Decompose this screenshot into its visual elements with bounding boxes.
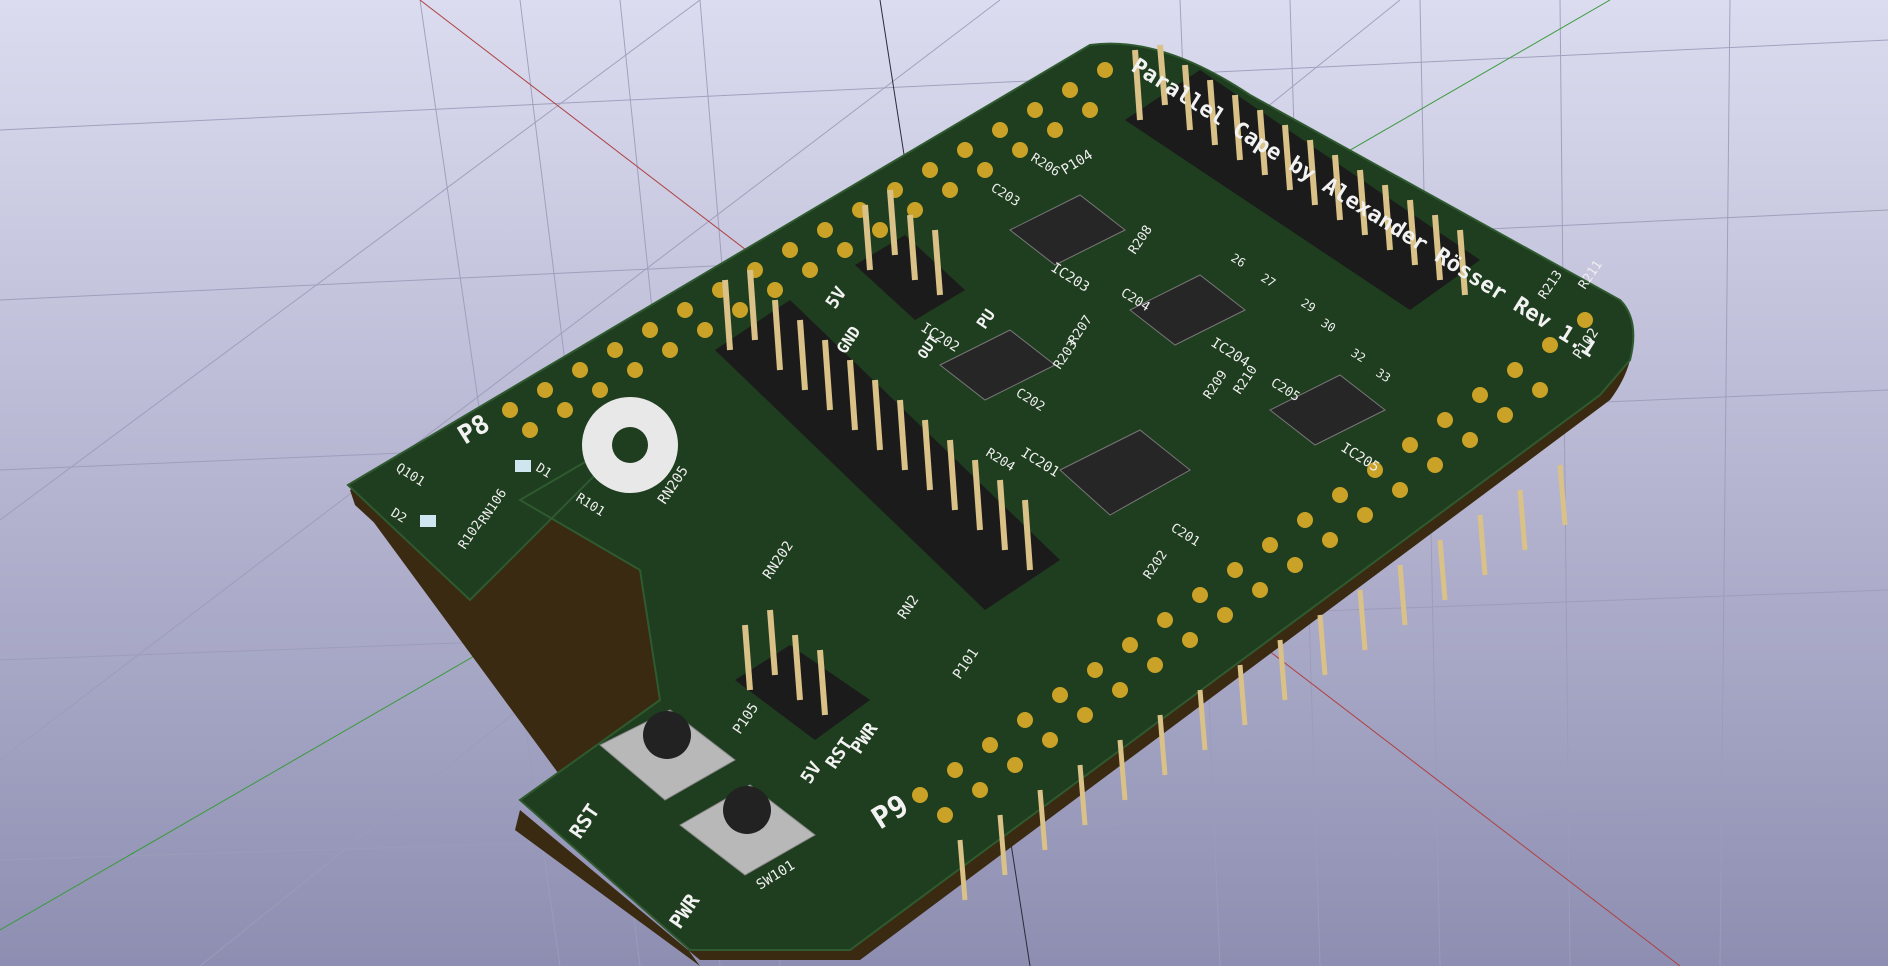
led-d1 bbox=[515, 460, 531, 472]
led-d2 bbox=[420, 515, 436, 527]
oshw-gear-icon bbox=[582, 397, 678, 493]
pcb-3d-viewer: Parallel Cape by Alexander Rösser Rev 1.… bbox=[0, 0, 1888, 966]
